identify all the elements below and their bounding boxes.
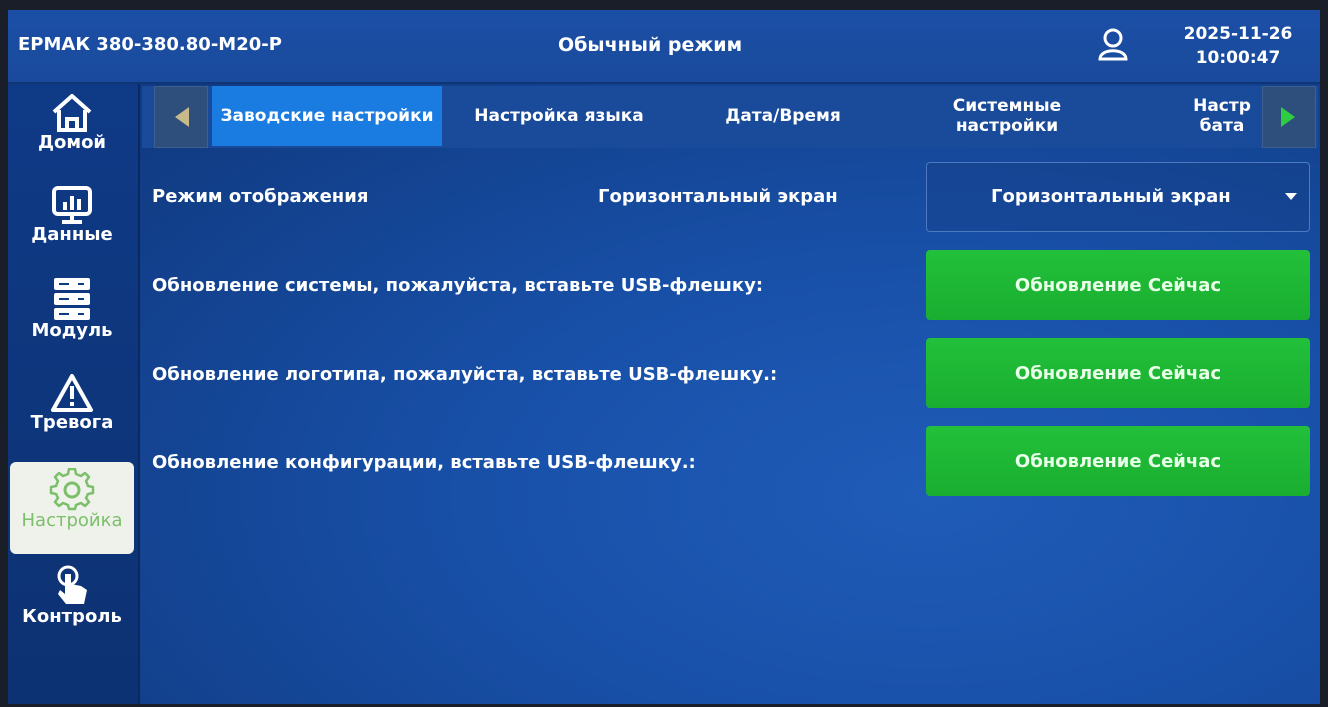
tab-scroll-right-button[interactable]	[1262, 86, 1316, 148]
sidebar-item-home[interactable]: Домой	[8, 86, 136, 178]
sidebar-item-label: Контроль	[22, 606, 122, 627]
logo-update-button[interactable]: Обновление Сейчас	[926, 338, 1310, 408]
tab-system-settings[interactable]: Системные настройки	[932, 86, 1082, 146]
operating-mode: Обычный режим	[558, 34, 743, 56]
tab-scroll-left-button[interactable]	[154, 86, 208, 148]
hmi-screen: ЕРМАК 380-380.80-М20-Р Обычный режим 202…	[8, 10, 1320, 704]
sidebar-item-label: Тревога	[30, 412, 114, 433]
date: 2025-11-26	[1183, 24, 1293, 44]
sidebar-item-label: Домой	[37, 132, 107, 153]
monitor-chart-icon	[52, 186, 92, 224]
warning-icon	[51, 374, 93, 412]
config-update-label: Обновление конфигурации, вставьте USB-фл…	[152, 452, 696, 473]
sidebar: Домой Данные Модуль Тревога Настройка Ко…	[8, 84, 140, 704]
model-name: ЕРМАК 380-380.80-М20-Р	[18, 34, 282, 55]
sidebar-item-label: Настройка	[21, 510, 123, 531]
sidebar-item-module[interactable]: Модуль	[8, 270, 136, 362]
tab-datetime[interactable]: Дата/Время	[688, 86, 878, 146]
user-icon[interactable]	[1095, 26, 1131, 62]
server-rack-icon	[54, 278, 90, 320]
system-update-button[interactable]: Обновление Сейчас	[926, 250, 1310, 320]
datetime: 2025-11-26 10:00:47	[1174, 22, 1302, 70]
arrow-left-icon	[175, 107, 189, 127]
tab-battery-settings[interactable]: Настр бата	[1182, 86, 1262, 146]
display-mode-select[interactable]: Горизонтальный экран	[926, 162, 1310, 232]
home-icon	[52, 94, 92, 132]
sidebar-item-label: Данные	[31, 224, 113, 245]
system-update-label: Обновление системы, пожалуйста, вставьте…	[152, 275, 764, 296]
display-mode-label: Режим отображения	[152, 186, 369, 207]
arrow-right-icon	[1281, 107, 1295, 127]
tab-bar: Заводские настройки Настройка языка Дата…	[142, 86, 1318, 148]
sidebar-item-label: Модуль	[31, 320, 113, 341]
top-bar: ЕРМАК 380-380.80-М20-Р Обычный режим 202…	[8, 10, 1320, 84]
sidebar-item-settings[interactable]: Настройка	[10, 462, 134, 554]
gear-icon	[49, 468, 95, 511]
time: 10:00:47	[1195, 48, 1281, 68]
tab-language[interactable]: Настройка языка	[448, 86, 670, 146]
chevron-down-icon	[1285, 193, 1297, 200]
display-mode-selected: Горизонтальный экран	[991, 186, 1231, 207]
display-mode-current: Горизонтальный экран	[598, 186, 838, 207]
config-update-button[interactable]: Обновление Сейчас	[926, 426, 1310, 496]
tab-factory-settings[interactable]: Заводские настройки	[212, 86, 442, 146]
sidebar-item-alarm[interactable]: Тревога	[8, 366, 136, 458]
sidebar-item-data[interactable]: Данные	[8, 178, 136, 270]
logo-update-label: Обновление логотипа, пожалуйста, вставьт…	[152, 364, 778, 385]
touch-hand-icon	[57, 565, 87, 604]
sidebar-item-control[interactable]: Контроль	[8, 558, 136, 650]
